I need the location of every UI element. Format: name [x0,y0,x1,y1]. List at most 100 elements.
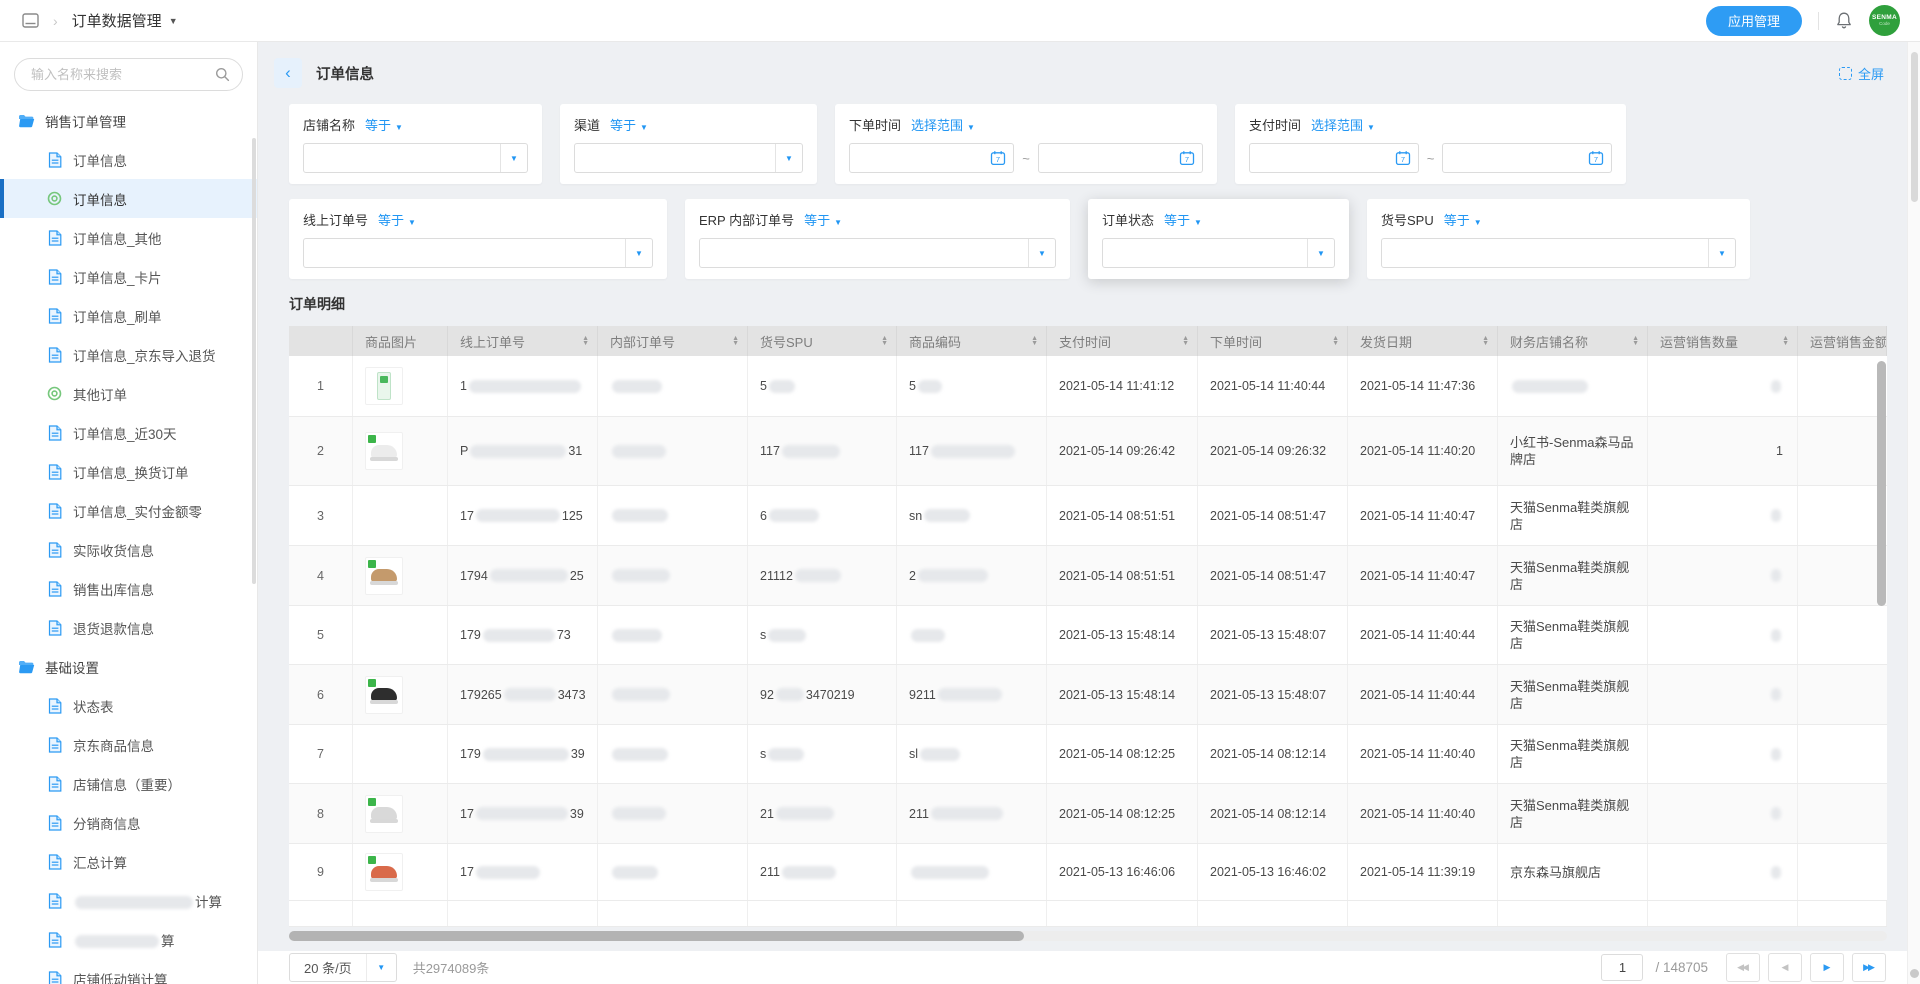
sidebar-item[interactable]: 订单信息_其他 [0,218,257,257]
product-image[interactable] [365,676,403,714]
product-image[interactable] [365,432,403,470]
product-image[interactable] [365,795,403,833]
sort-icon[interactable]: ▲▼ [881,336,888,346]
sort-icon[interactable]: ▲▼ [1182,336,1189,346]
column-header[interactable]: 下单时间▲▼ [1198,326,1348,356]
fullscreen-button[interactable]: 全屏 [1839,64,1884,83]
column-header[interactable]: 货号SPU▲▼ [748,326,897,356]
column-header[interactable]: 运营销售数量▲▼ [1648,326,1798,356]
search-icon[interactable] [215,67,230,82]
date-end-input[interactable]: 7 [1442,143,1612,173]
sidebar-item[interactable]: 订单信息_卡片 [0,257,257,296]
filter-value-select[interactable]: ▼ [1102,238,1335,268]
sidebar-item[interactable]: 订单信息_换货订单 [0,452,257,491]
filter-operator-dropdown[interactable]: 选择范围▼ [911,115,975,134]
page-scrollbar[interactable] [1911,52,1918,202]
table-row[interactable]: 2P311171172021-05-14 09:26:422021-05-14 … [289,417,1887,486]
product-image[interactable] [365,853,403,891]
sidebar-item[interactable]: 店铺信息（重要） [0,764,257,803]
column-header-label: 发货日期 [1360,332,1412,351]
sidebar-scrollbar[interactable] [252,138,256,584]
sidebar-item[interactable]: 其他订单 [0,374,257,413]
product-image[interactable] [365,557,403,595]
sidebar-item[interactable]: 算 [0,920,257,959]
sort-icon[interactable]: ▲▼ [732,336,739,346]
sidebar-item[interactable]: 订单信息 [0,140,257,179]
breadcrumb-app-switcher[interactable]: 订单数据管理 ▼ [72,10,178,31]
product-image[interactable] [365,367,403,405]
sidebar-item[interactable]: 京东商品信息 [0,725,257,764]
first-page-button[interactable]: ◀◀ [1726,953,1760,982]
scrollbar-down-arrow[interactable] [1910,969,1919,978]
window-icon[interactable] [22,13,39,28]
table-row[interactable]: 81739212112021-05-14 08:12:252021-05-14 … [289,784,1887,844]
column-header[interactable]: 发货日期 ▲▼ [1348,326,1498,356]
table-row[interactable]: 517973s2021-05-13 15:48:142021-05-13 15:… [289,606,1887,665]
sort-icon[interactable]: ▲▼ [1482,336,1489,346]
table-row[interactable]: 11552021-05-14 11:41:122021-05-14 11:40:… [289,356,1887,417]
filter-value-select[interactable]: ▼ [303,143,528,173]
filter-operator-dropdown[interactable]: 等于▼ [365,115,403,134]
table-row[interactable]: 6179265347392347021992112021-05-13 15:48… [289,665,1887,725]
sidebar-item[interactable]: 实际收货信息 [0,530,257,569]
table-row[interactable]: 9172112021-05-13 16:46:062021-05-13 16:4… [289,844,1887,901]
prev-page-button[interactable]: ◀ [1768,953,1802,982]
page-size-select[interactable]: 20 条/页 ▼ [289,953,397,982]
date-end-input[interactable]: 7 [1038,143,1203,173]
date-start-input[interactable]: 7 [849,143,1014,173]
doc-icon [46,269,63,285]
sidebar-item[interactable]: 退货退款信息 [0,608,257,647]
filter-operator-dropdown[interactable]: 等于▼ [1164,210,1202,229]
last-page-button[interactable]: ▶▶ [1852,953,1886,982]
table-row[interactable]: 3171256sn2021-05-14 08:51:512021-05-14 0… [289,486,1887,546]
sort-icon[interactable]: ▲▼ [1031,336,1038,346]
column-header[interactable]: 商品编码▲▼ [897,326,1047,356]
sort-icon[interactable]: ▲▼ [1332,336,1339,346]
filter-value-select[interactable]: ▼ [1381,238,1736,268]
sidebar-item[interactable]: 店铺低动销计算 [0,959,257,984]
sidebar-item[interactable]: 状态表 [0,686,257,725]
table-row[interactable]: 717939ssl2021-05-14 08:12:252021-05-14 0… [289,725,1887,784]
sidebar-item[interactable]: 汇总计算 [0,842,257,881]
sort-icon[interactable]: ▲▼ [582,336,589,346]
column-header[interactable]: 内部订单号▲▼ [598,326,748,356]
column-header[interactable]: 线上订单号▲▼ [448,326,598,356]
column-header[interactable]: 财务店铺名称▲▼ [1498,326,1648,356]
search-input[interactable] [31,67,215,82]
next-page-button[interactable]: ▶ [1810,953,1844,982]
filter-operator-dropdown[interactable]: 等于▼ [1444,210,1482,229]
filter-operator-dropdown[interactable]: 等于▼ [378,210,416,229]
sidebar-item[interactable]: 销售出库信息 [0,569,257,608]
sort-icon[interactable]: ▲▼ [1782,336,1789,346]
column-header[interactable]: 支付时间▲▼ [1047,326,1198,356]
bell-icon[interactable] [1835,11,1853,30]
filter-value-select[interactable]: ▼ [303,238,653,268]
spu-no: 6 [748,486,897,545]
table-horizontal-scrollbar[interactable] [289,931,1024,941]
sidebar-item[interactable]: 订单信息_近30天 [0,413,257,452]
filter-operator-dropdown[interactable]: 等于▼ [610,115,648,134]
filter-value-select[interactable]: ▼ [699,238,1056,268]
pay-time: 2021-05-14 08:51:51 [1047,486,1198,545]
sidebar-item[interactable]: 分销商信息 [0,803,257,842]
filter-operator-dropdown[interactable]: 等于▼ [804,210,842,229]
sidebar-item[interactable]: 订单信息 [0,179,257,218]
filter-operator-dropdown[interactable]: 选择范围▼ [1311,115,1375,134]
app-manage-button[interactable]: 应用管理 [1706,6,1802,36]
sidebar-group-1[interactable]: 基础设置 [0,647,257,686]
table-row-partial[interactable] [289,901,1887,927]
sidebar-item[interactable]: 订单信息_实付金额零 [0,491,257,530]
sort-icon[interactable]: ▲▼ [1632,336,1639,346]
shop-name: 天猫Senma鞋类旗舰店 [1498,546,1648,605]
back-button[interactable]: ‹ [274,58,302,88]
table-row[interactable]: 41794252111222021-05-14 08:51:512021-05-… [289,546,1887,606]
sidebar-group-0[interactable]: 销售订单管理 [0,101,257,140]
filter-value-select[interactable]: ▼ [574,143,803,173]
page-number-input[interactable] [1601,954,1643,981]
date-start-input[interactable]: 7 [1249,143,1419,173]
sidebar-item[interactable]: 订单信息_刷单 [0,296,257,335]
avatar[interactable]: SENMA Code [1869,5,1900,36]
table-vertical-scrollbar[interactable] [1877,361,1886,606]
sidebar-item[interactable]: 订单信息_京东导入退货 [0,335,257,374]
sidebar-item[interactable]: 计算 [0,881,257,920]
